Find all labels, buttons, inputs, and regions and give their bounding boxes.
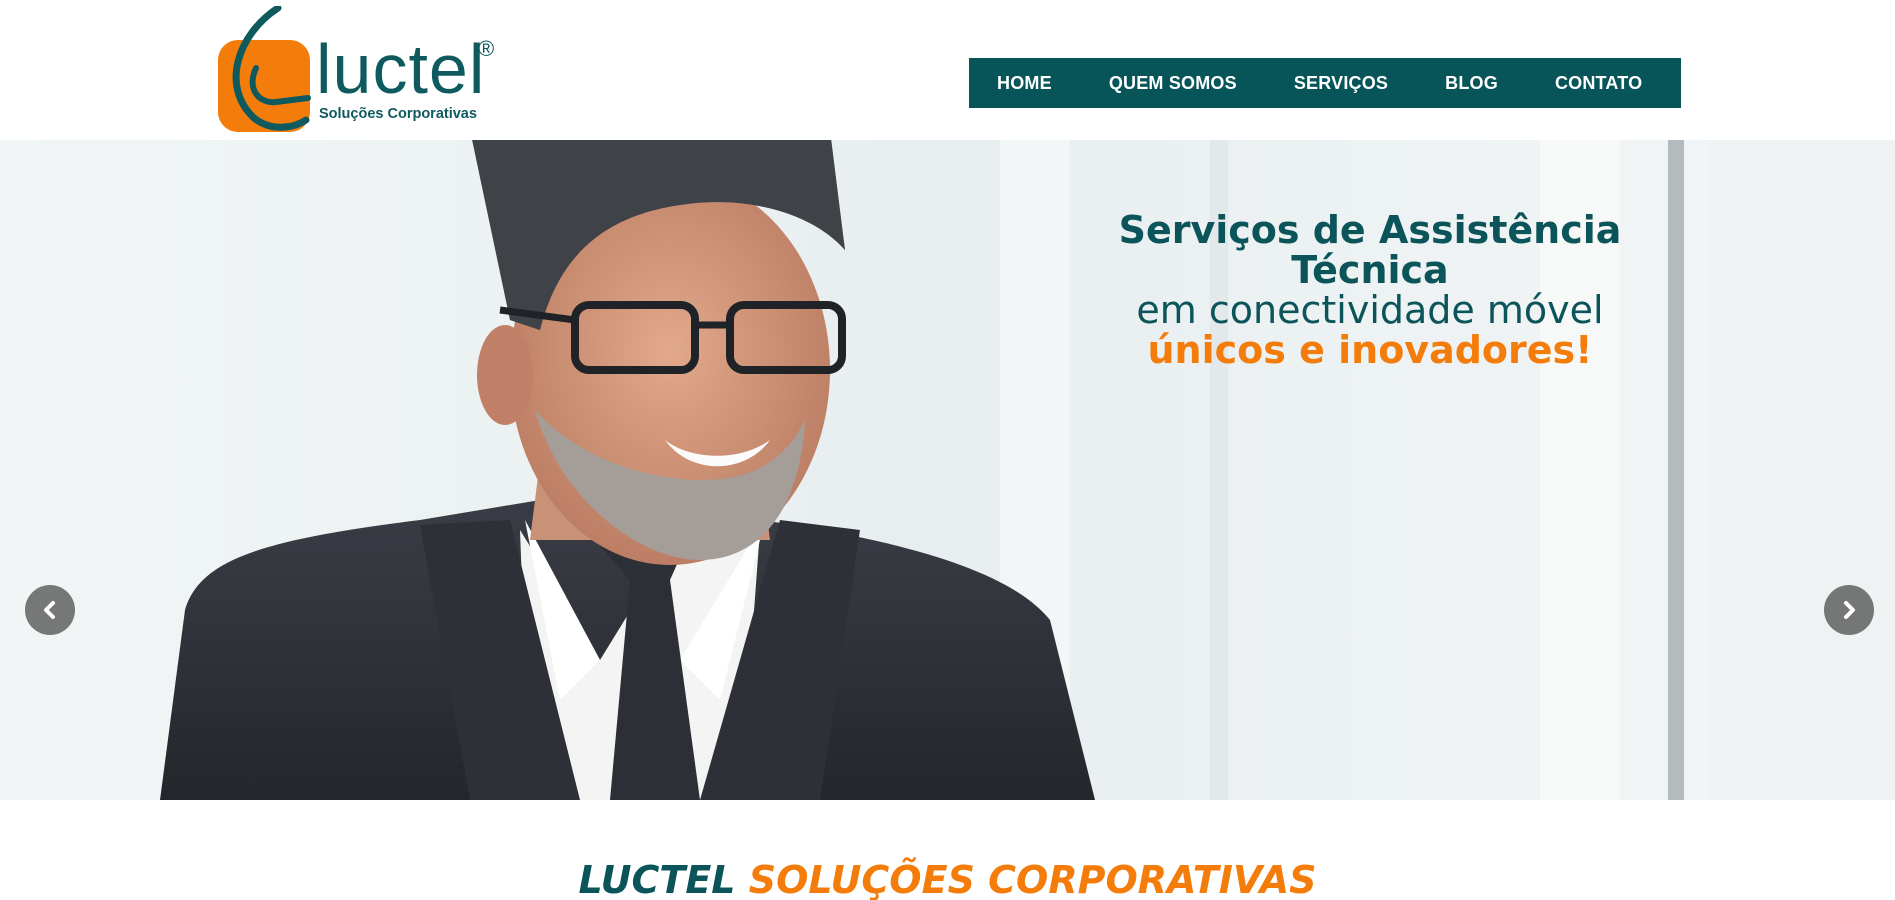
- hero-caption: Serviços de Assistência Técnica em conec…: [1070, 210, 1670, 370]
- slider-next-button[interactable]: [1824, 585, 1874, 635]
- registered-mark: ®: [478, 36, 495, 61]
- logo-tagline: Soluções Corporativas: [319, 106, 477, 122]
- section-title: LUCTEL SOLUÇÕES CORPORATIVAS: [0, 860, 1895, 900]
- nav-item-quem-somos[interactable]: QUEM SOMOS: [1109, 73, 1237, 94]
- chevron-right-icon: [1844, 601, 1855, 619]
- brand-logo[interactable]: luctel ® Soluções Corporativas: [216, 6, 506, 136]
- hero-slider: Serviços de Assistência Técnica em conec…: [0, 140, 1895, 800]
- site-header: luctel ® Soluções Corporativas HOME QUEM…: [0, 0, 1895, 140]
- nav-item-blog[interactable]: BLOG: [1445, 73, 1498, 94]
- nav-item-contato[interactable]: CONTATO: [1555, 73, 1642, 94]
- nav-item-home[interactable]: HOME: [997, 73, 1052, 94]
- section-title-subtitle: SOLUÇÕES CORPORATIVAS: [748, 858, 1317, 900]
- hero-subheadline: em conectividade móvel: [1136, 288, 1604, 332]
- logo-mark-icon: [218, 6, 311, 132]
- logo-wordmark: luctel: [316, 30, 486, 108]
- chevron-left-icon: [44, 601, 55, 619]
- slider-prev-button[interactable]: [25, 585, 75, 635]
- hero-headline: Serviços de Assistência Técnica: [1118, 208, 1622, 292]
- section-title-brand: LUCTEL: [578, 858, 736, 900]
- main-nav: HOME QUEM SOMOS SERVIÇOS BLOG CONTATO: [969, 58, 1681, 108]
- hero-highlight: únicos e inovadores!: [1147, 328, 1593, 372]
- nav-item-servicos[interactable]: SERVIÇOS: [1294, 73, 1388, 94]
